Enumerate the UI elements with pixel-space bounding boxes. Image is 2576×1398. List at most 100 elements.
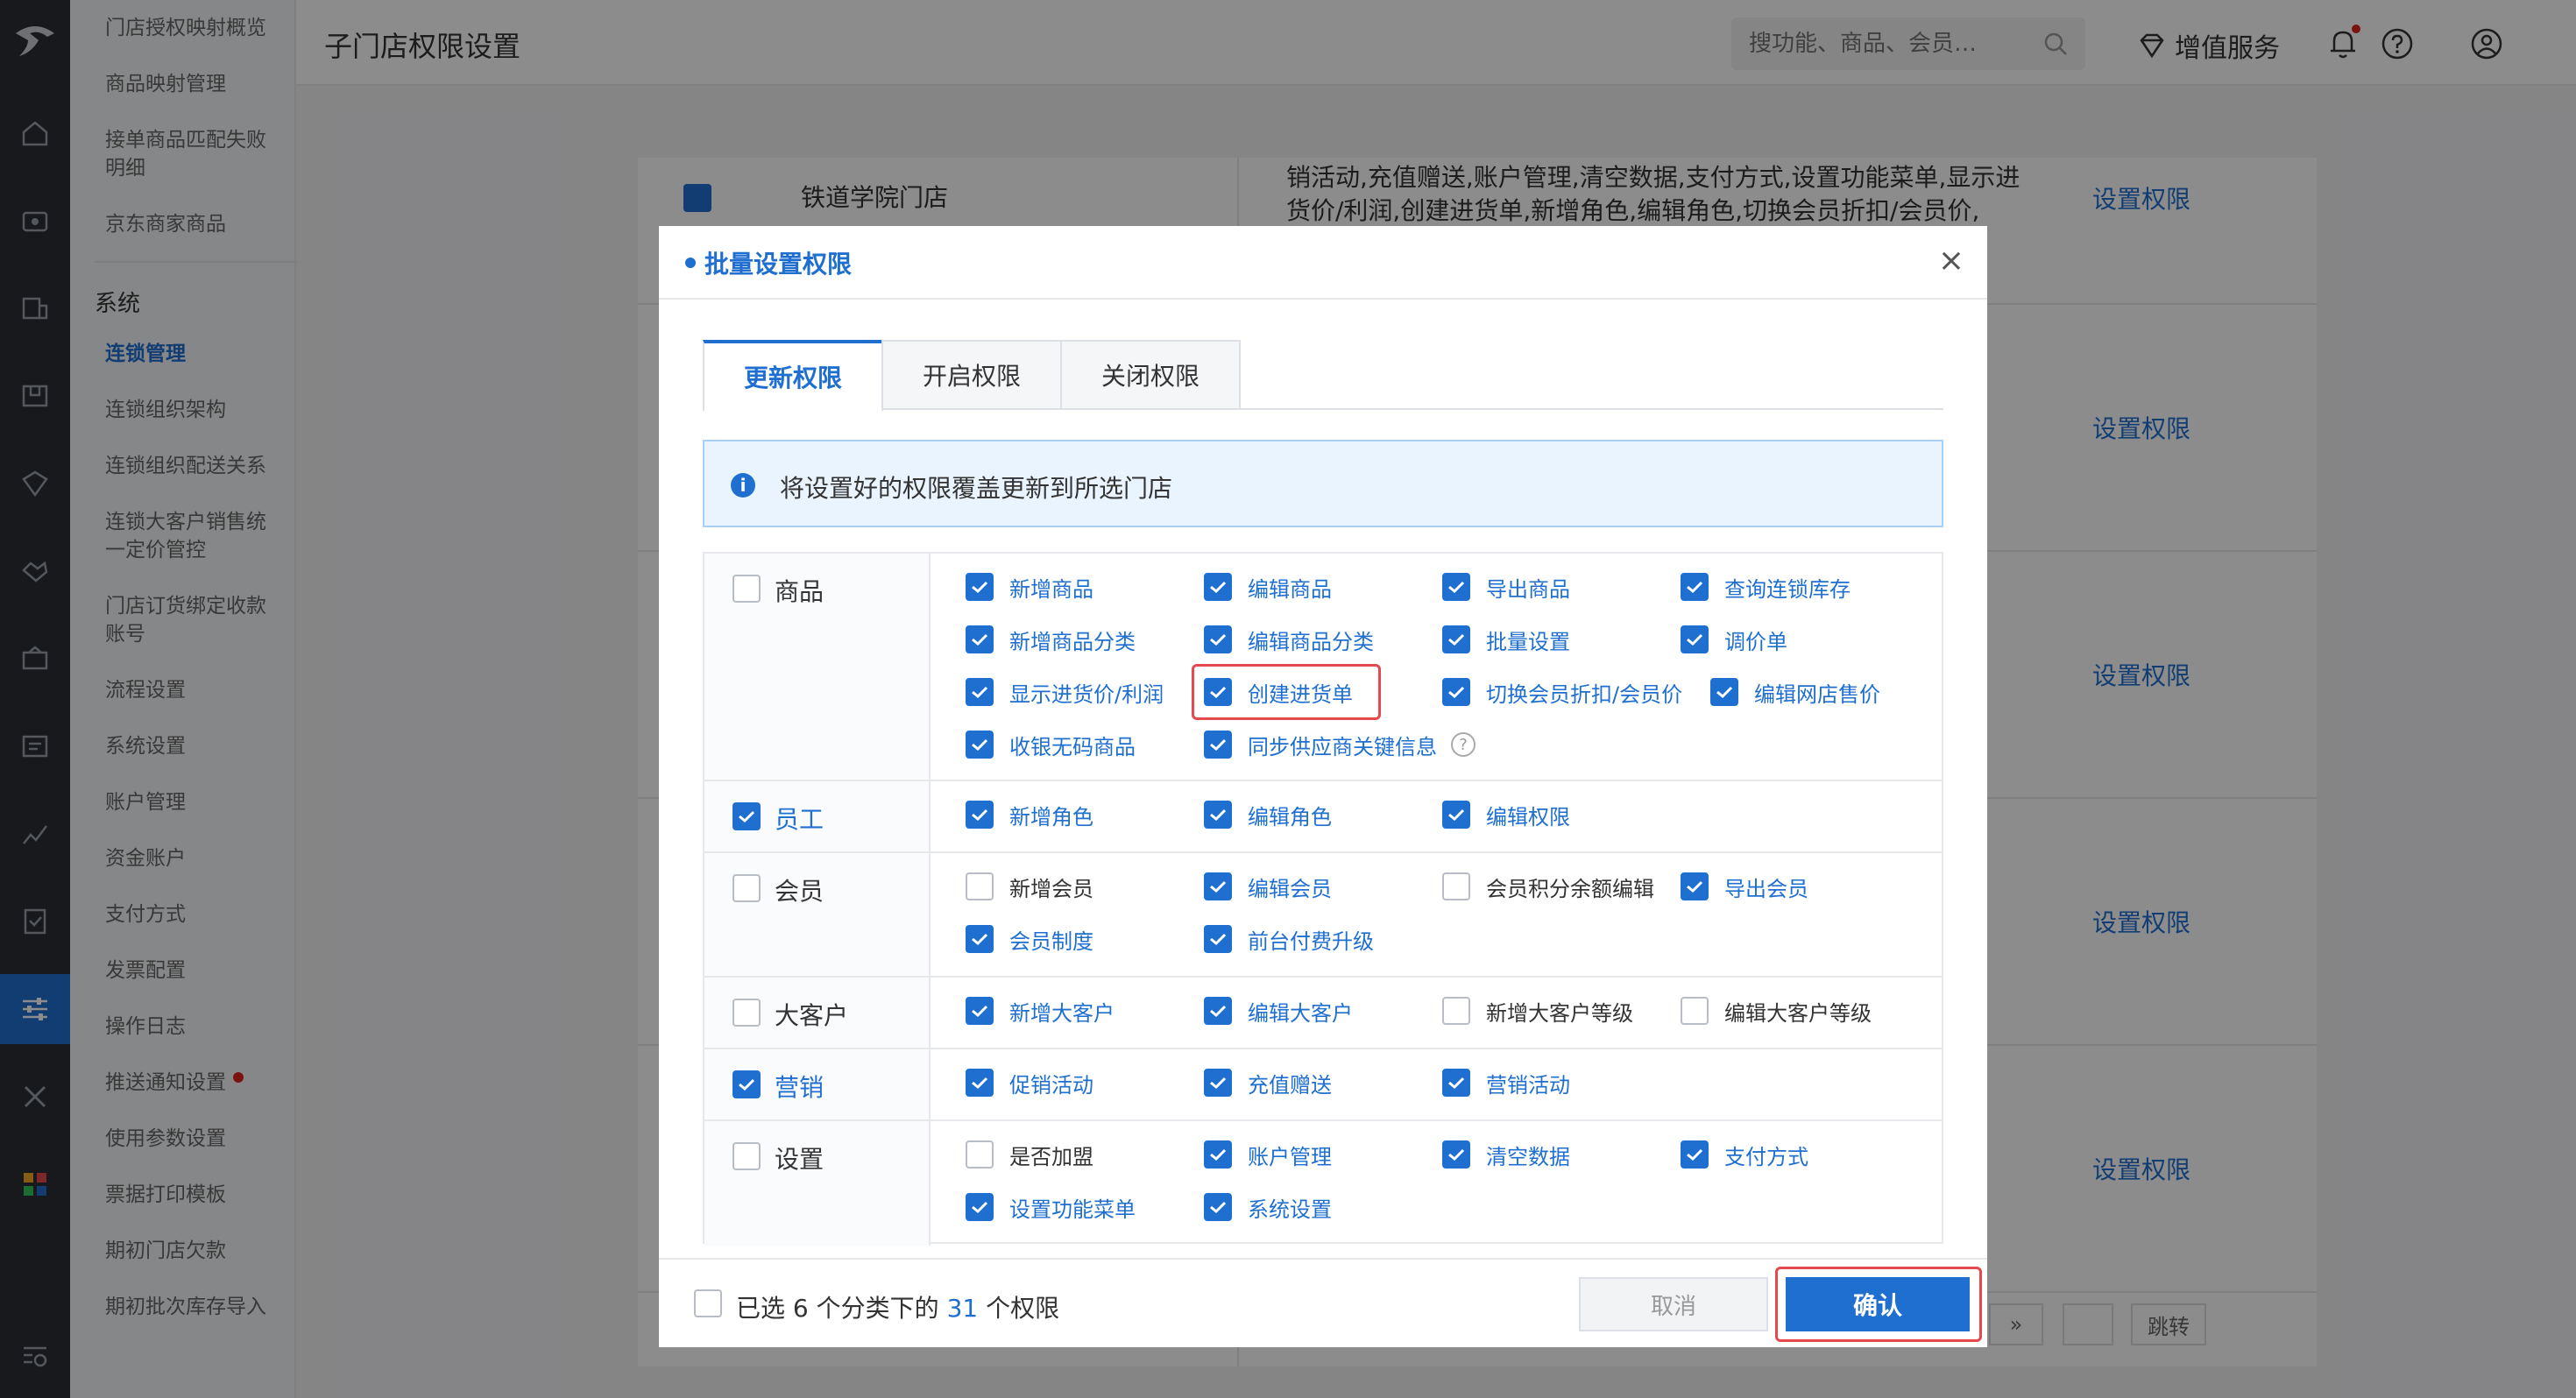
permission-option[interactable]: 查询连锁库存 — [1681, 569, 1851, 604]
permission-checkbox[interactable] — [966, 997, 994, 1025]
permission-option[interactable]: 促销活动 — [966, 1065, 1093, 1100]
permission-label: 编辑大客户 — [1248, 1000, 1353, 1026]
permission-checkbox[interactable] — [1442, 997, 1470, 1025]
permission-checkbox[interactable] — [1681, 872, 1709, 900]
permission-checkbox[interactable] — [966, 1140, 994, 1169]
help-icon[interactable]: ? — [1451, 732, 1476, 757]
permission-option[interactable]: 编辑会员 — [1204, 869, 1332, 904]
permission-option[interactable]: 批量设置 — [1442, 622, 1570, 657]
permission-option[interactable]: 收银无码商品 — [966, 727, 1136, 762]
permission-checkbox[interactable] — [1204, 925, 1232, 953]
permission-checkbox[interactable] — [966, 872, 994, 900]
permission-option[interactable]: 新增大客户等级 — [1442, 993, 1633, 1028]
permission-checkbox[interactable] — [1204, 872, 1232, 900]
permission-label: 会员积分余额编辑 — [1486, 876, 1654, 901]
permission-option[interactable]: 清空数据 — [1442, 1137, 1570, 1172]
permission-row: 会员 新增会员 编辑会员 会员积分余额编辑 导出会员 会员制度 前台付费升级 — [704, 853, 1942, 978]
category-checkbox[interactable] — [732, 802, 761, 830]
permission-option[interactable]: 编辑商品分类 — [1204, 622, 1374, 657]
permission-option[interactable]: 新增角色 — [966, 797, 1093, 832]
permission-checkbox[interactable] — [1204, 997, 1232, 1025]
permission-tabs: 更新权限 开启权限 关闭权限 — [703, 340, 1943, 412]
permission-option[interactable]: 新增大客户 — [966, 993, 1115, 1028]
category-checkbox[interactable] — [732, 874, 761, 902]
permission-checkbox[interactable] — [966, 678, 994, 706]
category-checkbox[interactable] — [732, 1070, 761, 1098]
permission-option[interactable]: 切换会员折扣/会员价 — [1442, 674, 1682, 710]
permission-checkbox[interactable] — [966, 801, 994, 829]
permission-option[interactable]: 会员制度 — [966, 921, 1093, 957]
permission-label: 收银无码商品 — [1009, 734, 1136, 759]
permission-checkbox[interactable] — [1442, 1140, 1470, 1169]
permission-option[interactable]: 导出商品 — [1442, 569, 1570, 604]
permission-checkbox[interactable] — [1442, 573, 1470, 601]
permission-checkbox[interactable] — [966, 573, 994, 601]
permission-label: 调价单 — [1724, 629, 1787, 654]
permission-option[interactable]: 新增商品分类 — [966, 622, 1136, 657]
permission-checkbox[interactable] — [966, 1069, 994, 1097]
permission-option[interactable]: 新增商品 — [966, 569, 1093, 604]
category-label: 大客户 — [775, 1001, 849, 1030]
permission-checkbox[interactable] — [1204, 1193, 1232, 1221]
category-label: 设置 — [775, 1145, 824, 1174]
permission-option[interactable]: 编辑商品 — [1204, 569, 1332, 604]
category-checkbox[interactable] — [732, 1142, 761, 1170]
permission-label: 新增角色 — [1009, 804, 1093, 830]
permission-checkbox[interactable] — [1204, 1069, 1232, 1097]
permission-option[interactable]: 会员积分余额编辑 — [1442, 869, 1654, 904]
permission-checkbox[interactable] — [1442, 678, 1470, 706]
permission-option[interactable]: 编辑网店售价 — [1710, 674, 1880, 710]
permission-checkbox[interactable] — [1204, 625, 1232, 653]
permission-checkbox[interactable] — [1681, 625, 1709, 653]
permission-checkbox[interactable] — [966, 731, 994, 759]
permission-option[interactable]: 编辑大客户等级 — [1681, 993, 1872, 1028]
permission-checkbox[interactable] — [1204, 801, 1232, 829]
permission-checkbox[interactable] — [1204, 731, 1232, 759]
permission-checkbox[interactable] — [1442, 1069, 1470, 1097]
select-all-checkbox[interactable] — [694, 1289, 722, 1317]
permission-option[interactable]: 调价单 — [1681, 622, 1787, 657]
tab-disable[interactable]: 关闭权限 — [1060, 340, 1241, 410]
tab-enable[interactable]: 开启权限 — [881, 340, 1062, 410]
permission-checkbox[interactable] — [1710, 678, 1738, 706]
category-checkbox[interactable] — [732, 575, 761, 603]
permission-label: 营销活动 — [1486, 1072, 1570, 1098]
permission-checkbox[interactable] — [966, 1193, 994, 1221]
permission-checkbox[interactable] — [1681, 573, 1709, 601]
permission-option[interactable]: 系统设置 — [1204, 1190, 1332, 1225]
permission-label: 导出会员 — [1724, 876, 1808, 901]
permission-option[interactable]: 同步供应商关键信息? — [1204, 727, 1476, 762]
permission-option[interactable]: 导出会员 — [1681, 869, 1808, 904]
permission-checkbox[interactable] — [1681, 1140, 1709, 1169]
permission-label: 新增会员 — [1009, 876, 1093, 901]
permission-option[interactable]: 编辑角色 — [1204, 797, 1332, 832]
permission-option[interactable]: 显示进货价/利润 — [966, 674, 1164, 710]
permission-checkbox[interactable] — [1681, 997, 1709, 1025]
permission-label: 编辑会员 — [1248, 876, 1332, 901]
cancel-button[interactable]: 取消 — [1579, 1277, 1768, 1331]
category-cell: 商品 — [704, 554, 931, 780]
permission-checkbox[interactable] — [1442, 801, 1470, 829]
permission-option[interactable]: 充值赠送 — [1204, 1065, 1332, 1100]
permission-checkbox[interactable] — [1442, 872, 1470, 900]
permission-option[interactable]: 编辑大客户 — [1204, 993, 1353, 1028]
permission-option[interactable]: 前台付费升级 — [1204, 921, 1374, 957]
category-checkbox[interactable] — [732, 999, 761, 1027]
permission-label: 账户管理 — [1248, 1144, 1332, 1169]
permission-checkbox[interactable] — [966, 925, 994, 953]
permission-checkbox[interactable] — [1204, 1140, 1232, 1169]
tab-update[interactable]: 更新权限 — [703, 340, 883, 412]
permission-checkbox[interactable] — [966, 625, 994, 653]
permission-option[interactable]: 新增会员 — [966, 869, 1093, 904]
category-label: 营销 — [775, 1073, 824, 1102]
confirm-button[interactable]: 确认 — [1786, 1277, 1970, 1331]
close-icon[interactable]: × — [1938, 244, 1964, 279]
permission-option[interactable]: 是否加盟 — [966, 1137, 1093, 1172]
permission-option[interactable]: 账户管理 — [1204, 1137, 1332, 1172]
permission-option[interactable]: 设置功能菜单 — [966, 1190, 1136, 1225]
permission-option[interactable]: 支付方式 — [1681, 1137, 1808, 1172]
permission-option[interactable]: 编辑权限 — [1442, 797, 1570, 832]
permission-option[interactable]: 营销活动 — [1442, 1065, 1570, 1100]
permission-checkbox[interactable] — [1442, 625, 1470, 653]
permission-checkbox[interactable] — [1204, 573, 1232, 601]
